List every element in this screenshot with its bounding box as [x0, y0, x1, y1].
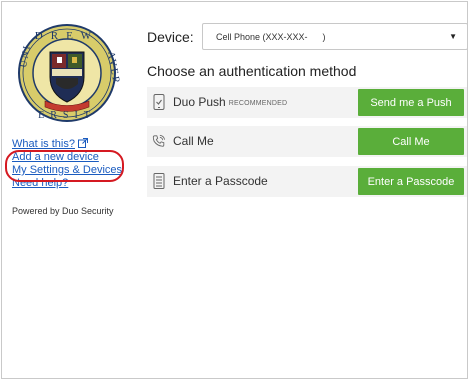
device-select-value: Cell Phone (XXX-XXX- ) — [216, 31, 326, 42]
phone-check-icon — [153, 94, 165, 110]
device-select[interactable]: Cell Phone (XXX-XXX- ) ▼ — [202, 23, 468, 50]
send-push-button[interactable]: Send me a Push — [358, 89, 464, 116]
university-seal-logo: DREW UNI AVER ERSIT — [18, 24, 122, 122]
passcode-label: Enter a Passcode — [173, 174, 268, 188]
chevron-down-icon: ▼ — [449, 32, 457, 41]
call-me-label: Call Me — [173, 134, 214, 148]
add-new-device-link[interactable]: Add a new device — [12, 151, 122, 164]
what-is-this-label: What is this? — [12, 138, 75, 150]
device-label: Device: — [147, 29, 194, 45]
help-links: What is this? Add a new device My Settin… — [12, 138, 122, 190]
method-row-passcode: Enter a Passcode Enter a Passcode — [147, 166, 467, 197]
duo-push-label: Duo Push — [173, 95, 226, 109]
recommended-badge: RECOMMENDED — [228, 100, 288, 107]
external-link-icon — [77, 138, 88, 148]
phone-ring-icon — [152, 134, 166, 147]
seal-letters-top: DREW — [35, 30, 99, 42]
method-row-duo-push: Duo Push RECOMMENDED Send me a Push — [147, 87, 467, 118]
what-is-this-link[interactable]: What is this? — [12, 138, 122, 151]
need-help-link[interactable]: Need help? — [12, 177, 122, 190]
method-label-duo-push: Duo Push RECOMMENDED — [173, 95, 287, 109]
enter-passcode-button[interactable]: Enter a Passcode — [358, 168, 464, 195]
choose-method-title: Choose an authentication method — [147, 63, 357, 79]
keypad-icon — [153, 173, 165, 189]
seal-letters-bottom: ERSIT — [38, 110, 96, 121]
powered-by-text: Powered by Duo Security — [12, 206, 114, 216]
duo-frame: DREW UNI AVER ERSIT What is this? Add a … — [1, 1, 468, 379]
method-row-call-me: Call Me Call Me — [147, 126, 467, 157]
my-settings-devices-link[interactable]: My Settings & Devices — [12, 164, 122, 177]
call-me-button[interactable]: Call Me — [358, 128, 464, 155]
